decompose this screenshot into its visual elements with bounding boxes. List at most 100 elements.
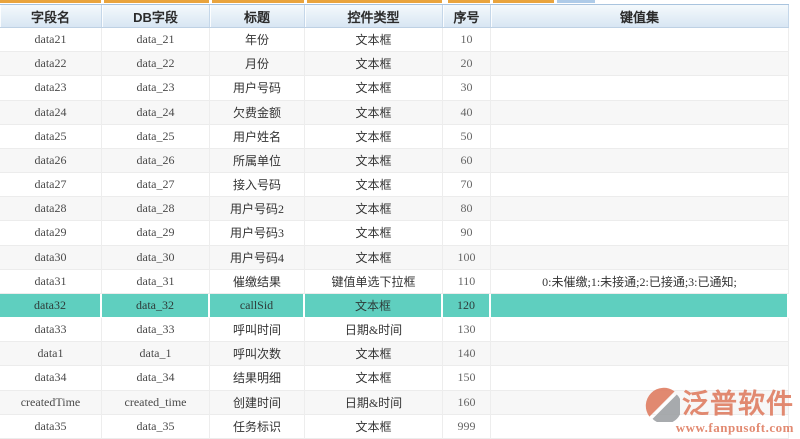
column-header-control[interactable]: 控件类型 (305, 5, 443, 27)
table-body: data21 data_21 年份 文本框 10 data22 data_22 月份 文本框 20… (0, 28, 789, 439)
cell-title: 任务标识 (210, 414, 305, 439)
cell-keyset (491, 197, 789, 222)
cell-control: 文本框 (305, 342, 443, 367)
cell-db: data_26 (102, 148, 210, 174)
table-row[interactable]: data24 data_24 欠费金额 文本框 40 (0, 100, 789, 125)
column-header-seq[interactable]: 序号 (443, 5, 491, 27)
cell-title: 用户姓名 (210, 124, 305, 149)
cell-field: data34 (0, 366, 102, 391)
column-header-db[interactable]: DB字段 (102, 5, 210, 27)
cell-keyset (491, 293, 789, 319)
field-definition-screen: 字段名 DB字段 标题 控件类型 序号 键值集 data21 data_21 年份 文本框 10 d… (0, 0, 800, 439)
cell-field: data35 (0, 414, 102, 439)
table-row[interactable]: data29 data_29 用户号码3 文本框 90 (0, 221, 789, 246)
cell-control: 文本框 (305, 173, 443, 198)
cell-field: data32 (0, 293, 102, 319)
watermark-brand: 泛普软件 (682, 388, 794, 419)
cell-seq: 120 (443, 293, 491, 319)
cell-seq: 40 (443, 100, 491, 125)
cell-title: 所属单位 (210, 148, 305, 174)
cell-title: 年份 (210, 28, 305, 53)
cell-db: data_22 (102, 52, 210, 77)
cell-title: 创建时间 (210, 390, 305, 415)
cell-control: 文本框 (305, 221, 443, 246)
cell-seq: 60 (443, 148, 491, 174)
cell-keyset (491, 173, 789, 198)
cell-field: data21 (0, 28, 102, 53)
table-row[interactable]: data1 data_1 呼叫次数 文本框 140 (0, 342, 789, 367)
cell-db: data_24 (102, 100, 210, 125)
cell-control: 文本框 (305, 76, 443, 101)
cell-title: 用户号码 (210, 76, 305, 101)
cell-control: 文本框 (305, 100, 443, 125)
cell-keyset (491, 52, 789, 77)
cell-seq: 999 (443, 414, 491, 439)
field-definition-table: 字段名 DB字段 标题 控件类型 序号 键值集 data21 data_21 年份 文本框 10 d… (0, 4, 789, 439)
accent-segment (212, 0, 304, 3)
table-row[interactable]: data31 data_31 催缴结果 键值单选下拉框 110 0:未催缴;1:未接通;2… (0, 269, 789, 294)
cell-db: data_35 (102, 414, 210, 439)
cell-control: 文本框 (305, 28, 443, 53)
cell-db: data_1 (102, 342, 210, 367)
column-header-field[interactable]: 字段名 (0, 5, 102, 27)
column-header-keyset[interactable]: 键值集 (491, 5, 789, 27)
table-row[interactable]: data23 data_23 用户号码 文本框 30 (0, 76, 789, 101)
table-row[interactable]: data25 data_25 用户姓名 文本框 50 (0, 124, 789, 149)
cell-keyset (491, 318, 789, 343)
cell-keyset: 0:未催缴;1:未接通;2:已接通;3:已通知; (491, 269, 789, 294)
cell-keyset (491, 221, 789, 246)
cell-title: 呼叫时间 (210, 318, 305, 343)
cell-seq: 10 (443, 28, 491, 53)
cell-seq: 130 (443, 318, 491, 343)
cell-control: 键值单选下拉框 (305, 269, 443, 294)
table-row[interactable]: data21 data_21 年份 文本框 10 (0, 28, 789, 53)
cell-control: 文本框 (305, 52, 443, 77)
cell-db: data_33 (102, 318, 210, 343)
table-row-selected[interactable]: data32 data_32 callSid 文本框 120 (0, 293, 789, 319)
cell-field: data29 (0, 221, 102, 246)
cell-title: 接入号码 (210, 173, 305, 198)
cell-keyset (491, 342, 789, 367)
accent-segment (104, 0, 209, 3)
cell-field: data22 (0, 52, 102, 77)
cell-seq: 110 (443, 269, 491, 294)
cell-seq: 20 (443, 52, 491, 77)
cell-field: data33 (0, 318, 102, 343)
cell-field: data25 (0, 124, 102, 149)
cell-field: data1 (0, 342, 102, 367)
cell-title: 欠费金额 (210, 100, 305, 125)
table-row[interactable]: data28 data_28 用户号码2 文本框 80 (0, 197, 789, 222)
table-row[interactable]: data22 data_22 月份 文本框 20 (0, 52, 789, 77)
cell-field: createdTime (0, 390, 102, 415)
table-row[interactable]: data26 data_26 所属单位 文本框 60 (0, 148, 789, 174)
cell-seq: 150 (443, 366, 491, 391)
cell-db: data_32 (102, 293, 210, 319)
cell-seq: 50 (443, 124, 491, 149)
cell-keyset (491, 76, 789, 101)
cell-db: data_31 (102, 269, 210, 294)
cell-title: 催缴结果 (210, 269, 305, 294)
table-row[interactable]: data27 data_27 接入号码 文本框 70 (0, 173, 789, 198)
cell-seq: 160 (443, 390, 491, 415)
cell-field: data30 (0, 245, 102, 270)
cell-db: data_23 (102, 76, 210, 101)
table-row[interactable]: data30 data_30 用户号码4 文本框 100 (0, 245, 789, 270)
cell-control: 日期&时间 (305, 390, 443, 415)
table-row[interactable]: data33 data_33 呼叫时间 日期&时间 130 (0, 318, 789, 343)
cell-seq: 100 (443, 245, 491, 270)
cell-field: data31 (0, 269, 102, 294)
fanpu-logo-icon (645, 387, 680, 422)
cell-keyset (491, 100, 789, 125)
cell-control: 文本框 (305, 366, 443, 391)
cell-db: data_34 (102, 366, 210, 391)
cell-db: data_21 (102, 28, 210, 53)
cell-keyset (491, 124, 789, 149)
accent-segment (448, 0, 490, 3)
scroll-thumb-segment (557, 0, 595, 3)
cell-title: 月份 (210, 52, 305, 77)
cell-control: 文本框 (305, 148, 443, 174)
cell-title: 呼叫次数 (210, 342, 305, 367)
cell-seq: 80 (443, 197, 491, 222)
cell-db: data_27 (102, 173, 210, 198)
column-header-title[interactable]: 标题 (210, 5, 305, 27)
